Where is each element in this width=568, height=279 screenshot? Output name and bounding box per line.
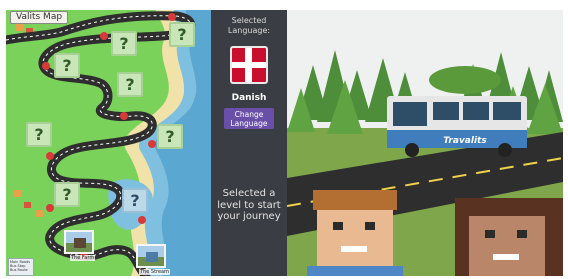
locked-level-tile[interactable]: ? <box>117 72 143 97</box>
bus-stop-marker <box>100 32 108 40</box>
map-legend: Main Roads Bus Stop Bus Route <box>8 258 34 276</box>
boy-smile <box>341 246 367 252</box>
boy-shirt <box>307 266 403 276</box>
house <box>16 24 24 31</box>
house <box>14 190 22 197</box>
bus-stop-marker <box>42 62 50 70</box>
locked-level-tile[interactable]: ? <box>169 22 195 47</box>
flag-cross-horizontal <box>232 62 266 68</box>
locked-level-tile[interactable]: ? <box>54 53 80 78</box>
locked-level-tile[interactable]: ? <box>111 31 137 56</box>
select-level-prompt: Selected a level to start your journey <box>217 188 281 222</box>
stream-level-tile[interactable] <box>136 244 166 268</box>
farm-level-caption: The Farm <box>70 255 96 261</box>
scene-view: Travalits <box>287 10 563 276</box>
photo-subject <box>146 252 158 262</box>
legend-line: Bus Route <box>10 268 28 273</box>
selected-language-heading: Selected Language: <box>227 16 271 35</box>
map-title: Valits Map <box>10 11 69 24</box>
bus-windshield <box>393 102 427 126</box>
bus-window <box>463 102 489 120</box>
bus-stop-marker <box>46 204 54 212</box>
bus-stop-marker <box>138 216 146 224</box>
farm-level-tile[interactable] <box>64 230 94 254</box>
bus-stop-marker <box>168 13 176 21</box>
boy-character <box>307 190 403 276</box>
danish-flag-icon <box>230 46 268 84</box>
locked-level-tile[interactable]: ? <box>54 182 80 207</box>
girl-eye <box>485 230 495 238</box>
bus-wheel <box>405 143 419 157</box>
language-panel: Selected Language: Danish Change Languag… <box>211 10 287 276</box>
selected-language-name: Danish <box>231 93 267 103</box>
house <box>36 210 44 217</box>
house <box>24 202 31 208</box>
locked-level-tile[interactable]: ? <box>26 122 52 147</box>
change-language-button[interactable]: Change Language <box>224 108 274 129</box>
bus-stop-marker <box>148 140 156 148</box>
bus-window <box>433 102 459 120</box>
scene-illustration <box>287 50 563 276</box>
bus-roof-tree <box>429 66 501 94</box>
boy-eye <box>365 222 375 230</box>
locked-level-tile[interactable]: ? <box>157 124 183 149</box>
girl-eye <box>517 230 527 238</box>
bus-wheel <box>498 143 512 157</box>
girl-face <box>469 216 545 276</box>
boy-hair <box>313 190 397 210</box>
girl-character <box>455 198 563 276</box>
bus-window <box>493 102 521 120</box>
bus-stop-marker <box>120 112 128 120</box>
boy-eye <box>333 222 343 230</box>
stream-level-caption: The Stream <box>139 269 170 275</box>
girl-smile <box>493 254 519 260</box>
level-map: Valits Map ? ? ? ? ? ? ? ? The Farm The … <box>6 10 211 276</box>
boy-face <box>317 200 393 276</box>
bus-stop-marker <box>46 152 54 160</box>
locked-level-tile[interactable]: ? <box>122 188 148 213</box>
photo-subject <box>74 238 86 248</box>
